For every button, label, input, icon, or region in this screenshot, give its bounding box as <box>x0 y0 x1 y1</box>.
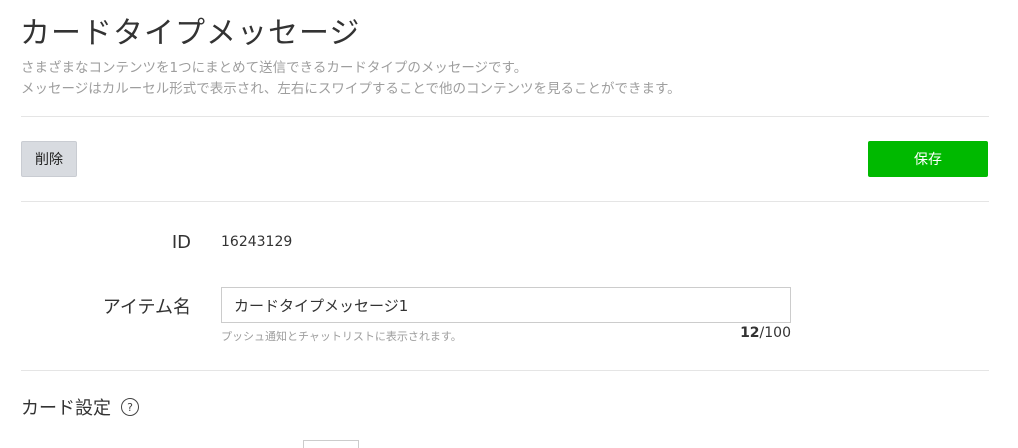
page-description: さまざまなコンテンツを1つにまとめて送信できるカードタイプのメッセージです。 メ… <box>21 58 681 100</box>
delete-button[interactable]: 削除 <box>21 141 77 177</box>
char-count-current: 12 <box>740 325 760 341</box>
item-name-label: アイテム名 <box>102 297 191 318</box>
card-settings-heading: カード設定 ? <box>21 394 139 420</box>
id-label: ID <box>171 232 191 253</box>
divider <box>21 201 989 202</box>
help-icon[interactable]: ? <box>121 398 139 416</box>
divider <box>21 370 989 371</box>
card-settings-control[interactable] <box>303 440 359 448</box>
item-name-input[interactable] <box>221 287 791 323</box>
save-button[interactable]: 保存 <box>868 141 988 177</box>
description-line-2: メッセージはカルーセル形式で表示され、左右にスワイプすることで他のコンテンツを見… <box>21 81 681 97</box>
char-counter: 12/100 <box>740 325 791 341</box>
char-count-max: /100 <box>759 325 791 341</box>
page-title: カードタイプメッセージ <box>20 16 361 51</box>
divider <box>21 116 989 117</box>
card-settings-title: カード設定 <box>21 398 111 419</box>
item-name-hint: プッシュ通知とチャットリストに表示されます。 <box>221 330 462 343</box>
card-message-editor: カードタイプメッセージ さまざまなコンテンツを1つにまとめて送信できるカードタイ… <box>0 0 1018 448</box>
description-line-1: さまざまなコンテンツを1つにまとめて送信できるカードタイプのメッセージです。 <box>21 60 528 76</box>
id-value: 16243129 <box>221 234 293 250</box>
